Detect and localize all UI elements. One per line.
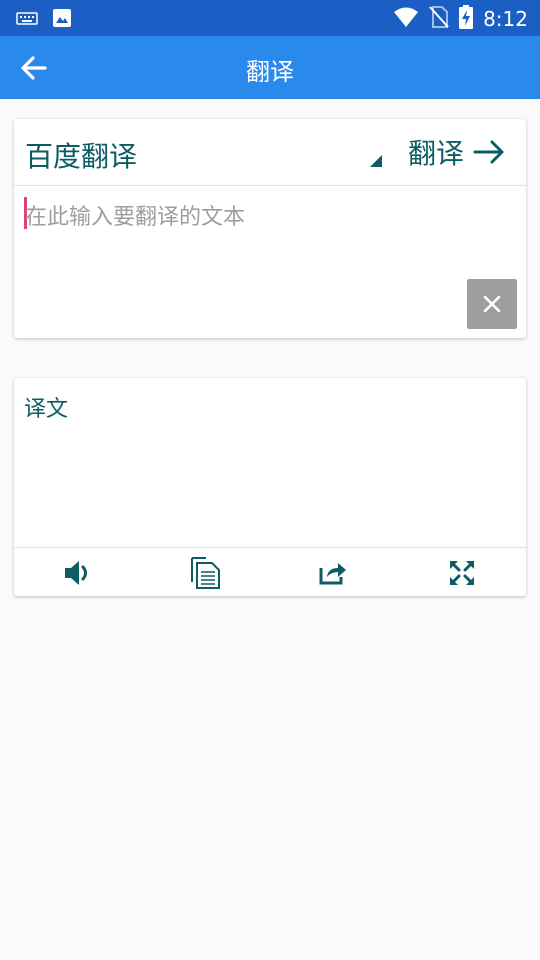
app-bar: 翻译 — [0, 36, 540, 99]
image-icon — [52, 8, 72, 32]
dropdown-triangle-icon[interactable] — [370, 155, 382, 167]
battery-charging-icon — [459, 5, 474, 33]
action-bar — [14, 547, 526, 596]
copy-button[interactable] — [189, 556, 223, 590]
arrow-right-icon — [473, 140, 504, 164]
source-text-placeholder: 在此输入要翻译的文本 — [25, 205, 246, 230]
fullscreen-icon — [450, 561, 474, 585]
input-card: 百度翻译 翻译 在此输入要翻译的文本 — [14, 119, 526, 338]
keyboard-icon — [16, 10, 38, 30]
engine-selector[interactable]: 百度翻译 — [25, 135, 137, 175]
clock: 8:12 — [483, 7, 528, 31]
engine-row: 百度翻译 翻译 — [14, 119, 526, 186]
status-bar: 8:12 — [0, 0, 540, 36]
no-sim-icon — [429, 5, 449, 33]
share-button[interactable] — [316, 556, 350, 590]
speak-button[interactable] — [61, 556, 95, 590]
translate-button[interactable]: 翻译 — [408, 132, 506, 172]
speaker-icon — [65, 561, 87, 585]
close-icon — [483, 295, 501, 313]
translation-result-label: 译文 — [24, 397, 69, 422]
wifi-icon — [393, 6, 419, 32]
fullscreen-button[interactable] — [445, 556, 479, 590]
share-icon — [319, 563, 346, 585]
copy-icon — [191, 557, 220, 589]
page-title: 翻译 — [246, 58, 294, 86]
clear-button[interactable] — [467, 279, 517, 329]
translate-button-label: 翻译 — [408, 137, 465, 170]
source-text-input[interactable]: 在此输入要翻译的文本 — [24, 197, 516, 237]
output-card: 译文 — [14, 378, 526, 596]
